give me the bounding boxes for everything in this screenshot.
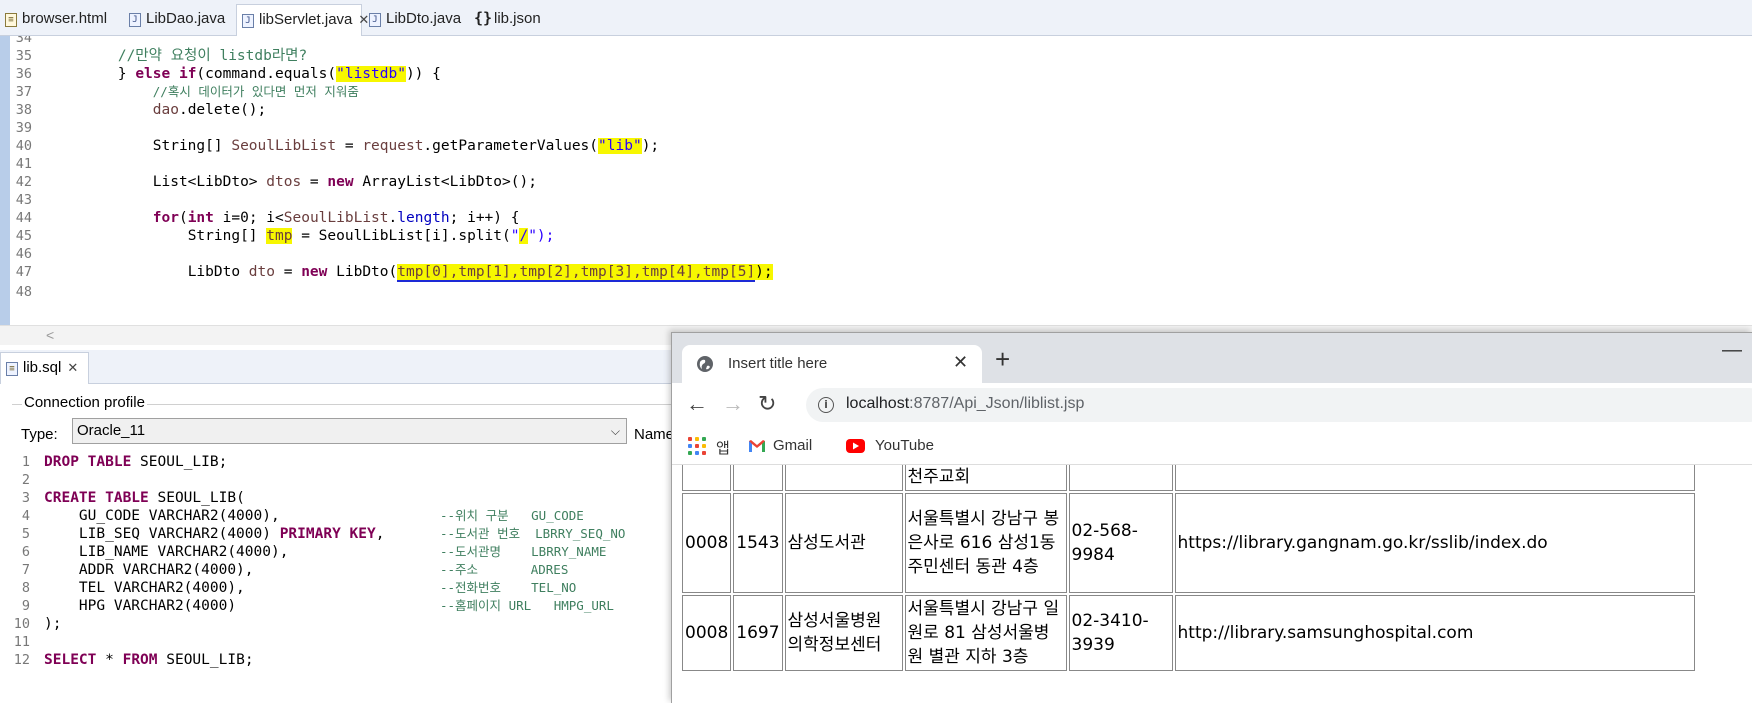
code-line: 39 <box>15 120 32 136</box>
back-button[interactable]: ← <box>686 391 708 417</box>
code-line: 37 //혹시 데이터가 있다면 먼저 지워줌 <box>15 84 359 100</box>
sql-line: 7 ADDR VARCHAR2(4000), --주소 ADRES <box>21 562 569 578</box>
sql-line: 10); <box>13 616 62 632</box>
bookmark-gmail[interactable]: Gmail <box>773 437 812 454</box>
sql-line: 8 TEL VARCHAR2(4000), --전화번호 TEL_NO <box>21 580 577 596</box>
code-line: 43 <box>15 192 32 208</box>
sql-line: 4 GU_CODE VARCHAR2(4000), --위치 구분 GU_CODE <box>21 508 584 524</box>
info-icon[interactable]: i <box>818 397 834 413</box>
browser-window: Insert title here ✕ + — ← → ↻ i localhos… <box>671 332 1752 703</box>
connection-profile-group: Connection profile Type: Oracle_11 ⌵ Nam… <box>12 390 678 444</box>
code-line: 41 <box>15 156 32 172</box>
globe-icon <box>697 356 713 372</box>
overview-ruler <box>0 36 10 325</box>
code-line: 47 LibDto dto = new LibDto(tmp[0],tmp[1]… <box>15 264 773 282</box>
gmail-icon <box>749 440 765 452</box>
table-row: 도서관 천주교회 0730 <box>682 465 1695 491</box>
minimize-button[interactable]: — <box>1722 339 1742 362</box>
java-file-icon: J <box>369 13 381 27</box>
editor-tab-bar: ≡ browser.html J LibDao.java J libServle… <box>0 0 1752 36</box>
code-line: 38 dao.delete(); <box>15 102 267 118</box>
type-label: Type: <box>21 426 58 443</box>
bookmarks-bar: 앱 Gmail YouTube <box>672 427 1752 465</box>
close-icon[interactable]: ✕ <box>953 352 968 373</box>
tab-libservlet-java[interactable]: J libServlet.java ✕ <box>236 4 369 36</box>
sql-file-icon: ≡ <box>6 362 18 376</box>
forward-button[interactable]: → <box>722 391 744 417</box>
java-file-icon: J <box>129 13 141 27</box>
address-bar[interactable]: i localhost:8787/Api_Json/liblist.jsp <box>806 388 1752 422</box>
sql-line: 2 <box>21 472 30 488</box>
browser-tab[interactable]: Insert title here ✕ <box>682 345 982 383</box>
bookmark-youtube[interactable]: YouTube <box>875 437 934 454</box>
url-text: localhost:8787/Api_Json/liblist.jsp <box>846 395 1085 412</box>
java-file-icon: J <box>242 14 254 28</box>
chevron-down-icon: ⌵ <box>610 424 620 438</box>
sql-line: 3 CREATE TABLE SEOUL_LIB( <box>21 490 245 506</box>
tab-lib-json[interactable]: {} lib.json <box>472 4 552 36</box>
sql-line: 6 LIB_NAME VARCHAR2(4000), --도서관명 LBRRY_N… <box>21 544 607 560</box>
code-line: 46 <box>15 246 32 262</box>
bookmark-apps[interactable]: 앱 <box>716 437 730 458</box>
library-table: 도서관 천주교회 0730 0008 1543 삼성도서관 서울특별시 강남구 … <box>680 465 1697 673</box>
type-select[interactable]: Oracle_11 ⌵ <box>72 418 627 444</box>
tab-libdto-java[interactable]: J LibDto.java <box>364 4 472 36</box>
code-line: 44 for(int i=0; i<SeoulLibList.length; i… <box>15 210 520 226</box>
html-file-icon: ≡ <box>5 13 17 27</box>
sql-line: 9 HPG VARCHAR2(4000) --홈페이지 URL HMPG_URL <box>21 598 614 614</box>
table-row: 0008 1543 삼성도서관 서울특별시 강남구 봉은사로 616 삼성1동주… <box>682 493 1695 593</box>
code-line: 48 <box>15 284 32 300</box>
new-tab-button[interactable]: + <box>995 346 1010 372</box>
table-row: 0008 1697 삼성서울병원 의학정보센터 서울특별시 강남구 일원로 81… <box>682 595 1695 671</box>
code-line: 42 List<LibDto> dtos = new ArrayList<Lib… <box>15 174 537 190</box>
sql-line: 11 <box>13 634 30 650</box>
sql-line: 5 LIB_SEQ VARCHAR2(4000) PRIMARY KEY, --도… <box>21 526 626 542</box>
code-line: 40 String[] SeoulLibList = request.getPa… <box>15 138 660 154</box>
code-line: 35 //만약 요청이 listdb라면? <box>15 48 308 64</box>
connection-profile-label: Connection profile <box>22 394 147 411</box>
sql-line: 12 SELECT * FROM SEOUL_LIB; <box>13 652 254 668</box>
code-line: 36 } else if(command.equals("listdb")) { <box>15 66 441 82</box>
tab-lib-sql[interactable]: ≡ lib.sql ✕ <box>0 352 90 384</box>
sql-code-editor[interactable]: 1 DROP TABLE SEOUL_LIB; 2 3 CREATE TABLE S… <box>0 452 680 703</box>
json-file-icon: {} <box>474 9 493 27</box>
sql-line: 1 DROP TABLE SEOUL_LIB; <box>21 454 228 470</box>
code-line: 45 String[] tmp = SeoulLibList[i].split(… <box>15 228 555 244</box>
browser-toolbar: ← → ↻ i localhost:8787/Api_Json/liblist.… <box>672 383 1752 427</box>
youtube-icon <box>846 439 865 453</box>
scroll-left-arrow-icon[interactable]: < <box>46 327 54 343</box>
page-content: 도서관 천주교회 0730 0008 1543 삼성도서관 서울특별시 강남구 … <box>672 465 1752 703</box>
reload-button[interactable]: ↻ <box>758 391 776 417</box>
apps-grid-icon[interactable] <box>688 437 706 455</box>
browser-title-bar: Insert title here ✕ + — <box>672 333 1752 383</box>
close-icon[interactable]: ✕ <box>67 360 78 375</box>
browser-tab-title: Insert title here <box>728 355 828 372</box>
tab-libdao-java[interactable]: J LibDao.java <box>124 4 236 36</box>
tab-browser-html[interactable]: ≡ browser.html <box>0 4 118 36</box>
java-code-editor[interactable]: 34 35 //만약 요청이 listdb라면? 36 } else if(co… <box>0 36 1752 325</box>
